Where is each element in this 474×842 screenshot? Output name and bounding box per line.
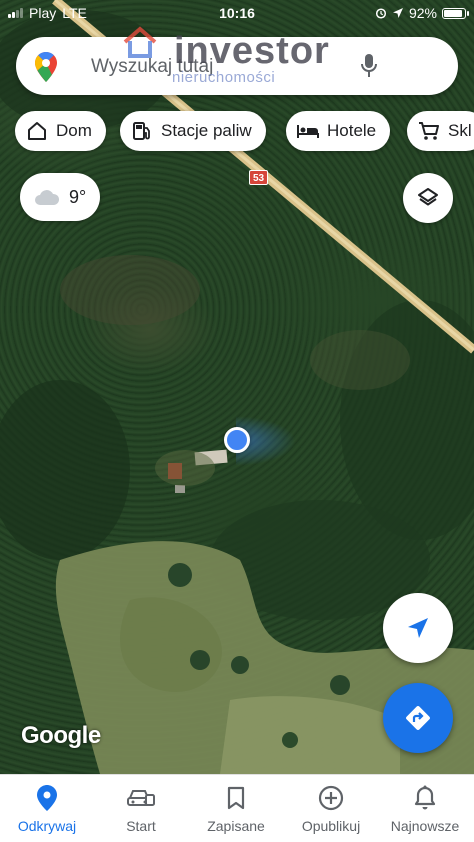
battery-percentage: 92% — [408, 5, 437, 21]
nav-label: Odkrywaj — [17, 818, 77, 834]
location-arrow-icon — [392, 8, 403, 18]
car-icon — [94, 783, 188, 813]
search-input[interactable]: Wyszukaj tutaj — [91, 56, 213, 78]
chip-label: Dom — [56, 121, 92, 140]
search-bar[interactable]: Wyszukaj tutaj — [16, 37, 458, 95]
chip-sklepy[interactable]: Skl — [407, 111, 474, 151]
category-chips: Dom Stacje paliw Hotele Skl — [15, 111, 474, 151]
nav-zapisane[interactable]: Zapisane — [189, 783, 283, 834]
directions-icon — [406, 706, 430, 730]
status-bar: Play LTE 10:16 92% — [0, 0, 474, 26]
bottom-navigation: Odkrywaj Start Zapisane Opublikuj Najnow… — [0, 774, 474, 842]
chip-dom[interactable]: Dom — [15, 111, 106, 151]
microphone-icon[interactable] — [360, 53, 378, 79]
current-location-dot[interactable] — [224, 427, 250, 453]
nav-start[interactable]: Start — [94, 783, 188, 834]
road-number-badge: 53 — [249, 170, 268, 185]
hotel-bed-icon — [297, 120, 319, 142]
weather-badge[interactable]: 9° — [20, 173, 100, 221]
temperature: 9° — [69, 186, 87, 207]
navigation-arrow-icon — [408, 618, 428, 638]
shopping-cart-icon — [418, 120, 440, 142]
nav-label: Najnowsze — [390, 818, 460, 834]
nav-label: Start — [126, 818, 156, 834]
google-maps-pin-icon — [35, 52, 57, 82]
alarm-icon — [375, 8, 387, 19]
chip-label: Hotele — [327, 121, 377, 140]
chip-label: Skl — [448, 121, 472, 140]
nav-najnowsze[interactable]: Najnowsze — [378, 783, 472, 834]
nav-label: Zapisane — [207, 818, 265, 834]
gas-station-icon — [131, 120, 153, 142]
cloud-icon — [35, 190, 60, 205]
chip-stacje-paliw[interactable]: Stacje paliw — [120, 111, 266, 151]
battery-icon — [442, 7, 469, 19]
home-icon — [26, 120, 48, 142]
add-circle-icon — [284, 783, 378, 813]
layers-icon — [418, 188, 438, 206]
my-location-button[interactable] — [383, 593, 453, 663]
location-pin-icon — [0, 783, 94, 813]
directions-button[interactable] — [383, 683, 453, 753]
chip-hotele[interactable]: Hotele — [286, 111, 391, 151]
nav-label: Opublikuj — [301, 818, 361, 834]
nav-odkrywaj[interactable]: Odkrywaj — [0, 783, 94, 834]
bookmark-icon — [189, 783, 283, 813]
layers-button[interactable] — [403, 173, 453, 223]
google-attribution: Google — [21, 722, 101, 749]
bell-icon — [378, 783, 472, 813]
nav-opublikuj[interactable]: Opublikuj — [284, 783, 378, 834]
chip-label: Stacje paliw — [161, 121, 252, 140]
